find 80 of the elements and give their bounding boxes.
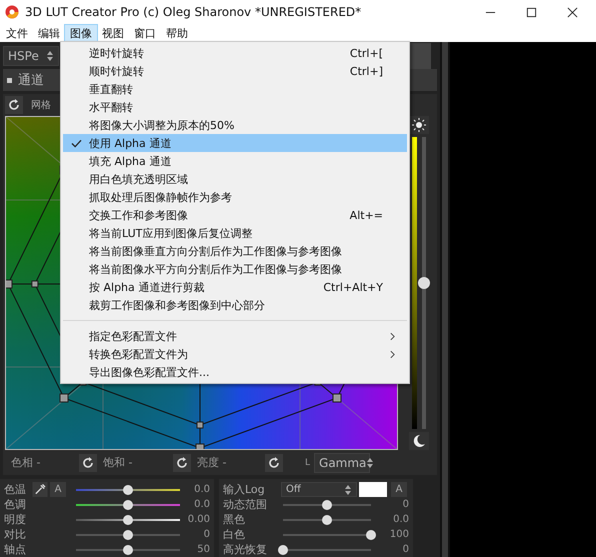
menu-item[interactable]: 交换工作和参考图像 Alt+= — [63, 206, 407, 224]
slider-label: 高光恢复 — [223, 542, 268, 557]
axis-label: 亮度 - — [196, 455, 228, 470]
slider-value: 0 — [402, 544, 409, 555]
grid-label[interactable]: 网格 — [31, 98, 51, 112]
menu-bar-item[interactable]: 视图 — [97, 24, 129, 42]
mode-dropdown[interactable]: HSPe — [3, 46, 59, 66]
menu-bar-item[interactable]: 窗口 — [129, 24, 161, 42]
slider-thumb[interactable] — [418, 277, 430, 289]
menu-bar-item[interactable]: 编辑 — [33, 24, 65, 42]
menu-item[interactable]: 将当前图像垂直方向分割后作为工作图像与参考图像 — [63, 242, 407, 260]
slider-thumb[interactable] — [322, 514, 332, 524]
spinner-icon[interactable] — [366, 456, 374, 468]
menu-item[interactable]: 将当前LUT应用到图像后复位调整 — [63, 224, 407, 242]
maximize-icon[interactable] — [526, 6, 537, 18]
axis-label: 饱和 - — [102, 455, 134, 470]
eyedropper-icon[interactable] — [32, 482, 48, 497]
menu-item[interactable]: 按 Alpha 通道进行剪裁 Ctrl+Alt+Y — [63, 278, 407, 296]
spinner-icon[interactable] — [46, 50, 54, 62]
checkmark-icon — [70, 138, 82, 148]
menu-item[interactable]: 顺时针旋转 Ctrl+] — [63, 62, 407, 80]
menu-item[interactable]: 使用 Alpha 通道 — [63, 134, 407, 152]
sun-icon[interactable] — [408, 116, 428, 134]
slider-value: 0.0 — [393, 514, 409, 525]
slider-label: 白色 — [223, 527, 246, 542]
menu-item[interactable]: 导出图像色彩配置文件... — [63, 363, 407, 381]
menu-bar-item[interactable]: 图像 — [65, 24, 97, 42]
menu-item[interactable]: 将图像大小调整为原本的50% — [63, 116, 407, 134]
slider-label: 轴点 — [4, 542, 27, 557]
menu-bar-item[interactable]: 帮助 — [161, 24, 193, 42]
menu-item[interactable]: 转换色彩配置文件为 — [63, 345, 407, 363]
axis-label: 色相 - — [10, 455, 42, 470]
slider-value: 100 — [390, 529, 409, 540]
slider-value: 0 — [402, 499, 409, 510]
slider-thumb[interactable] — [322, 500, 332, 510]
spinner-icon[interactable] — [344, 484, 352, 496]
reset-icon[interactable] — [5, 96, 23, 114]
slider-thumb[interactable] — [123, 544, 133, 554]
menu-item[interactable]: 指定色彩配置文件 — [63, 327, 407, 345]
app-icon — [5, 5, 19, 19]
slider-label: 色温 — [4, 482, 27, 497]
menu-item[interactable]: 填充 Alpha 通道 — [63, 152, 407, 170]
slider-label: 动态范围 — [223, 497, 268, 512]
menu-item[interactable]: 裁剪工作图像和参考图像到中心部分 — [63, 296, 407, 314]
menu-item[interactable]: 用白色填充透明区域 — [63, 170, 407, 188]
close-icon[interactable] — [567, 6, 578, 18]
reset-icon[interactable] — [79, 454, 97, 472]
slider-thumb[interactable] — [123, 514, 133, 524]
slider-label: 对比 — [4, 527, 27, 542]
menu-item[interactable]: 将当前图像水平方向分割后作为工作图像与参考图像 — [63, 260, 407, 278]
slider-label: 色调 — [4, 497, 27, 512]
curve-dropdown[interactable]: Gamma — [314, 452, 370, 472]
log-dropdown[interactable]: Off — [281, 482, 357, 497]
moon-icon[interactable] — [408, 432, 428, 450]
slider-value: 50 — [197, 544, 210, 555]
color-swatch[interactable] — [359, 482, 387, 497]
menu-item[interactable]: 垂直翻转 — [63, 80, 407, 98]
curve-axis-label: L — [305, 458, 310, 468]
menu-item[interactable]: 水平翻转 — [63, 98, 407, 116]
slider-label: 明度 — [4, 512, 27, 527]
menu-item[interactable]: 抓取处理后图像静帧作为参考 — [63, 188, 407, 206]
slider-thumb[interactable] — [123, 484, 133, 494]
menu-item[interactable]: 逆时针旋转 Ctrl+[ — [63, 44, 407, 62]
slider-thumb[interactable] — [366, 530, 376, 540]
reset-icon[interactable] — [265, 454, 283, 472]
auto-button[interactable]: A — [391, 482, 407, 497]
menu-bar-item[interactable]: 文件 — [1, 24, 33, 42]
slider-label: 黑色 — [223, 512, 246, 527]
log-label: 输入Log — [223, 482, 266, 497]
panel-title: 通道 — [18, 72, 44, 90]
reset-icon[interactable] — [173, 454, 191, 472]
slider-value: 0.00 — [188, 514, 210, 525]
window-title: 3D LUT Creator Pro (c) Oleg Sharonov *UNREGISTERED* — [25, 5, 362, 19]
slider-thumb[interactable] — [123, 530, 133, 540]
slider-thumb[interactable] — [278, 544, 288, 554]
slider-value: 0 — [204, 529, 210, 540]
slider-thumb[interactable] — [123, 500, 133, 510]
slider-value: 0.0 — [194, 484, 210, 495]
slider-value: 0.0 — [194, 499, 210, 510]
auto-button[interactable]: A — [50, 482, 66, 497]
